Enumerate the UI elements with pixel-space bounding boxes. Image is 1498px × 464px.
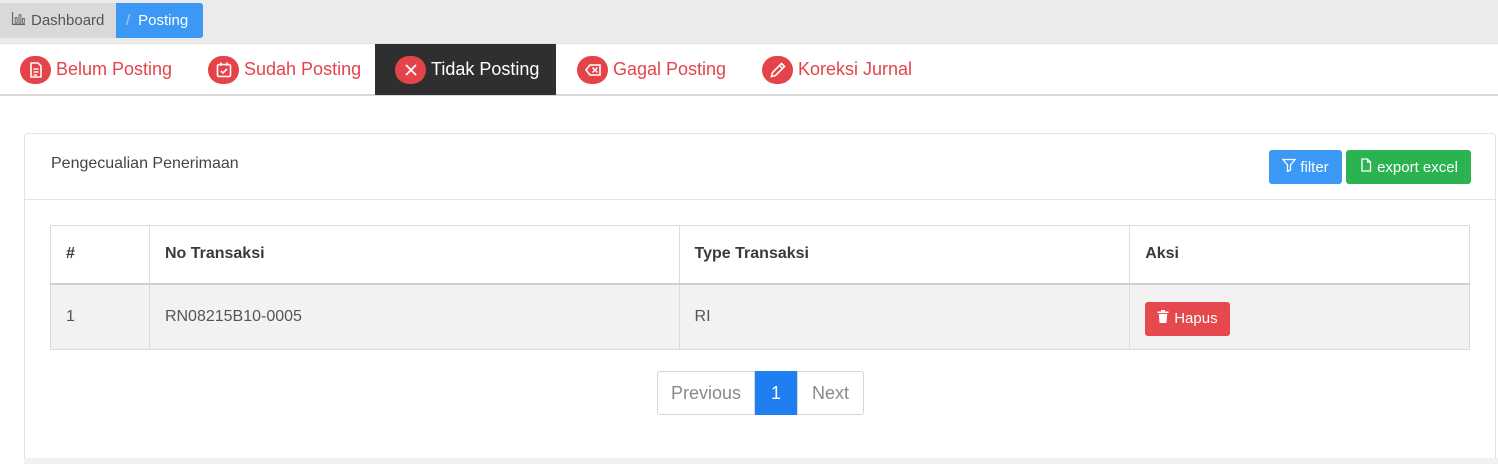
table-row: 1 RN08215B10-0005 RI Hapus [50,283,1470,350]
backspace-x-icon [577,55,608,84]
tab-label: Sudah Posting [244,59,362,79]
export-excel-button[interactable]: export excel [1346,150,1471,184]
tab-sudah-posting[interactable]: Sudah Posting [188,44,375,95]
cell-aksi: Hapus [1129,283,1470,350]
card-title: Pengecualian Penerimaan [51,155,239,172]
tab-label: Tidak Posting [431,59,540,79]
pagination: Previous 1 Next [657,371,864,415]
tab-label: Gagal Posting [613,59,727,79]
calendar-check-icon [208,55,239,84]
filter-icon [1281,158,1297,176]
hapus-button[interactable]: Hapus [1145,301,1230,336]
cell-type-transaksi: RI [678,283,1131,350]
card-header: Pengecualian Penerimaan filter export ex… [25,134,1495,200]
tab-label: Belum Posting [56,59,173,79]
column-header-aksi: Aksi [1129,225,1470,285]
breadcrumb-posting: / Posting [116,3,203,38]
cell-index: 1 [50,283,150,350]
trash-icon [1157,310,1169,327]
filter-button-label: filter [1300,158,1329,176]
document-icon [20,55,51,84]
breadcrumb-dashboard-label: Dashboard [31,12,105,29]
tab-tidak-posting[interactable]: Tidak Posting [375,44,556,95]
tab-label: Koreksi Jurnal [798,59,913,79]
breadcrumb-separator: / [126,12,131,29]
card-footer-edge [24,458,1498,464]
filter-button[interactable]: filter [1269,150,1342,184]
column-header-no-transaksi: No Transaksi [148,225,680,285]
column-header-index: # [50,225,150,285]
pagination-page-1[interactable]: 1 [755,371,797,415]
tab-belum-posting[interactable]: Belum Posting [0,44,188,95]
hapus-button-label: Hapus [1174,310,1218,328]
exception-card: Pengecualian Penerimaan filter export ex… [24,133,1496,464]
pen-icon [762,55,793,84]
tab-koreksi-jurnal[interactable]: Koreksi Jurnal [742,44,922,95]
breadcrumb-bar: Dashboard / Posting [0,0,1498,44]
transactions-table: # No Transaksi Type Transaksi Aksi 1 RN0… [50,225,1470,350]
pagination-previous[interactable]: Previous [657,371,755,415]
pagination-next[interactable]: Next [797,371,864,415]
breadcrumb-dashboard[interactable]: Dashboard [0,3,116,38]
export-excel-label: export excel [1377,158,1458,176]
close-icon [395,55,426,84]
cell-no-transaksi: RN08215B10-0005 [148,283,680,350]
column-header-type-transaksi: Type Transaksi [678,225,1131,285]
posting-tabs: Belum Posting Sudah Posting Tidak Postin… [0,44,1498,96]
file-icon [1359,158,1373,176]
bar-chart-icon [11,11,26,30]
tab-gagal-posting[interactable]: Gagal Posting [557,44,741,95]
table-header-row: # No Transaksi Type Transaksi Aksi [50,225,1470,285]
breadcrumb-posting-label: Posting [138,12,189,29]
